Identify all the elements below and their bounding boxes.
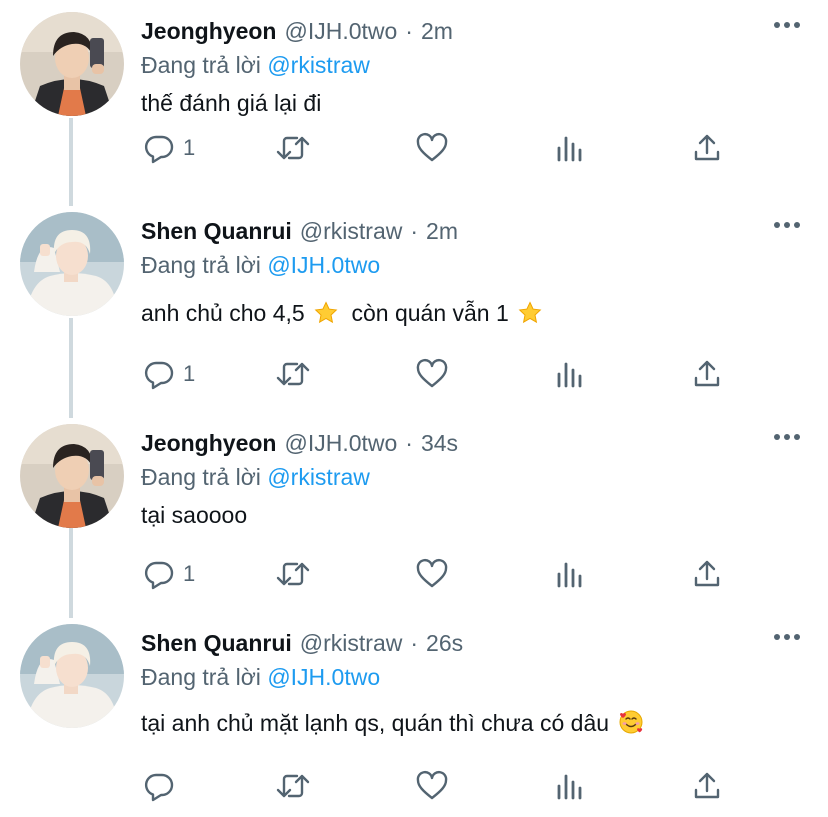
share-icon [694,360,720,387]
retweet-icon [276,774,310,798]
share-button[interactable] [691,766,723,806]
like-icon [416,558,448,588]
tweet-text: tại saoooo [141,498,247,532]
like-icon [416,358,448,388]
reply-icon [144,561,174,590]
share-icon [694,772,720,799]
avatar[interactable] [20,12,124,116]
tweet[interactable]: Shen Quanrui @rkistraw · 2m Đang trả lời… [0,200,828,400]
more-options-icon[interactable] [774,634,800,640]
tweet-text-part: thế đánh giá lại đi [141,90,322,116]
retweet-button[interactable] [275,766,311,806]
tweet-text-part: còn quán vẫn 1 [351,300,509,326]
avatar[interactable] [20,424,124,528]
like-button[interactable] [415,766,449,806]
tweet[interactable]: Jeonghyeon @IJH.0two · 34s Đang trả lời … [0,412,828,612]
retweet-button[interactable] [275,554,311,594]
smiling-face-with-hearts-emoji [619,710,643,734]
author-name[interactable]: Shen Quanrui [141,214,292,248]
reply-prefix: Đang trả lời [141,252,261,278]
reply-prefix: Đang trả lời [141,52,261,78]
mention-link[interactable]: @rkistraw [267,52,370,78]
reply-context: Đang trả lời @rkistraw [141,460,370,494]
separator: · [405,18,413,44]
mention-link[interactable]: @IJH.0two [267,664,380,690]
action-bar: 1 [141,128,741,168]
avatar[interactable] [20,212,124,316]
analytics-icon [557,774,582,800]
share-icon [694,560,720,587]
analytics-icon [557,562,582,588]
analytics-icon [557,136,582,162]
star-emoji [518,301,542,324]
reply-icon [144,135,174,164]
more-options-icon[interactable] [774,22,800,28]
like-button[interactable] [415,354,449,394]
like-button[interactable] [415,554,449,594]
star-emoji [314,301,338,324]
author-name[interactable]: Jeonghyeon [141,14,276,48]
retweet-icon [276,562,310,586]
reply-context: Đang trả lời @rkistraw [141,48,370,82]
analytics-button[interactable] [555,554,585,594]
tweet-text: thế đánh giá lại đi [141,86,321,120]
more-options-icon[interactable] [774,434,800,440]
action-bar: 1 [141,354,741,394]
retweet-button[interactable] [275,354,311,394]
reply-context: Đang trả lời @IJH.0two [141,660,380,694]
retweet-button[interactable] [275,128,311,168]
tweet[interactable]: Shen Quanrui @rkistraw · 26s Đang trả lờ… [0,612,828,812]
like-icon [416,770,448,800]
tweet-text-part: tại saoooo [141,502,248,528]
reply-context: Đang trả lời @IJH.0two [141,248,380,282]
tweet-text-part: anh chủ cho 4,5 [141,300,305,326]
like-button[interactable] [415,128,449,168]
analytics-button[interactable] [555,354,585,394]
separator: · [410,630,419,656]
action-bar [141,766,741,806]
share-button[interactable] [691,554,723,594]
reply-prefix: Đang trả lời [141,664,261,690]
timestamp[interactable]: 26s [426,626,463,660]
like-icon [416,132,448,162]
reply-button[interactable] [143,766,183,806]
more-options-icon[interactable] [774,222,800,228]
analytics-button[interactable] [555,766,585,806]
share-button[interactable] [691,354,723,394]
action-bar: 1 [141,554,741,594]
reply-count: 1 [183,361,196,386]
reply-prefix: Đang trả lời [141,464,261,490]
author-handle[interactable]: @rkistraw [300,626,403,660]
tweet[interactable]: Jeonghyeon @IJH.0two · 2m Đang trả lời @… [0,0,828,200]
tweet-text: tại anh chủ mặt lạnh qs, quán thì chưa c… [141,706,647,740]
analytics-icon [557,362,582,388]
share-icon [694,134,720,161]
separator: · [410,218,419,244]
reply-button[interactable]: 1 [143,354,195,394]
reply-button[interactable]: 1 [143,554,195,594]
tweet-text-part: tại anh chủ mặt lạnh qs, quán thì chưa c… [141,710,610,736]
author-handle[interactable]: @IJH.0two [284,14,397,48]
separator: · [405,430,413,456]
mention-link[interactable]: @IJH.0two [267,252,380,278]
reply-count: 1 [183,135,196,160]
author-name[interactable]: Jeonghyeon [141,426,276,460]
tweet-text: anh chủ cho 4,5 còn quán vẫn 1 [141,296,545,330]
reply-button[interactable]: 1 [143,128,195,168]
author-handle[interactable]: @rkistraw [300,214,403,248]
analytics-button[interactable] [555,128,585,168]
timestamp[interactable]: 2m [426,214,458,248]
author-handle[interactable]: @IJH.0two [284,426,397,460]
reply-count: 1 [183,561,196,586]
reply-icon [144,773,174,802]
retweet-icon [276,362,310,386]
author-name[interactable]: Shen Quanrui [141,626,292,660]
mention-link[interactable]: @rkistraw [267,464,370,490]
retweet-icon [276,136,310,160]
reply-icon [144,361,174,390]
avatar[interactable] [20,624,124,728]
timestamp[interactable]: 2m [421,14,453,48]
timestamp[interactable]: 34s [421,426,458,460]
share-button[interactable] [691,128,723,168]
